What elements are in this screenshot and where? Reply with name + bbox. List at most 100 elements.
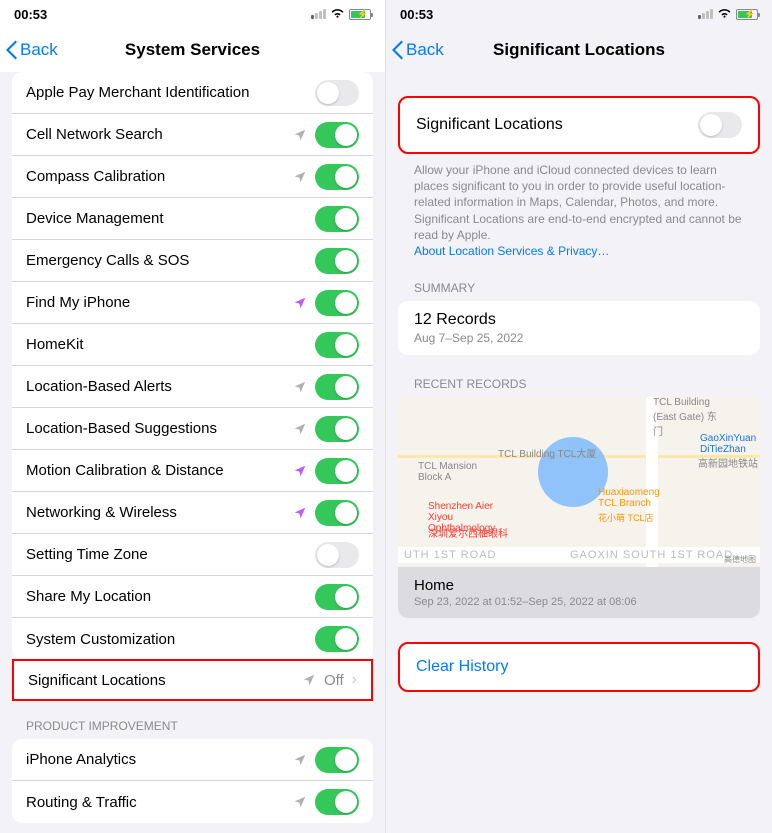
page-title: System Services <box>0 40 385 60</box>
toggle-switch[interactable] <box>315 584 359 610</box>
setting-row[interactable]: Find My iPhone <box>12 282 373 324</box>
setting-row[interactable]: Networking & Wireless <box>12 492 373 534</box>
settings-list-main: Apple Pay Merchant Identification Cell Ne… <box>12 72 373 660</box>
setting-row[interactable]: iPhone Analytics <box>12 739 373 781</box>
row-label: Setting Time Zone <box>26 546 315 563</box>
nav-header: Back Significant Locations <box>386 28 772 72</box>
toggle-switch[interactable] <box>315 416 359 442</box>
row-label: Find My iPhone <box>26 294 293 311</box>
location-arrow-icon <box>293 464 307 478</box>
row-label: Location-Based Suggestions <box>26 420 293 437</box>
setting-row[interactable]: Location-Based Alerts <box>12 366 373 408</box>
toggle-switch[interactable] <box>315 747 359 773</box>
map-label: TCL Mansion Block A <box>418 461 478 483</box>
wifi-icon <box>717 7 732 22</box>
status-bar: 00:53 ⚡ <box>386 0 772 28</box>
location-arrow-icon <box>293 296 307 310</box>
toggle-switch[interactable] <box>315 789 359 815</box>
location-arrow-icon <box>293 795 307 809</box>
scroll-area[interactable]: Apple Pay Merchant Identification Cell Ne… <box>0 72 385 833</box>
recent-record-card[interactable]: TCL Mansion Block A TCL Building TCL大厦 T… <box>398 397 760 618</box>
map-thumbnail: TCL Mansion Block A TCL Building TCL大厦 T… <box>398 397 760 567</box>
status-indicators: ⚡ <box>311 7 371 22</box>
scroll-area[interactable]: Significant Locations Allow your iPhone … <box>386 96 772 692</box>
location-arrow-icon <box>302 673 316 687</box>
summary-card[interactable]: 12 Records Aug 7–Sep 25, 2022 <box>398 301 760 355</box>
map-label: 深圳爱尔西柚眼科 <box>428 525 508 540</box>
map-attribution: 高德地图 <box>724 554 756 565</box>
row-label: HomeKit <box>26 336 315 353</box>
clear-history-card: Clear History <box>398 642 760 692</box>
toggle-switch[interactable] <box>315 626 359 652</box>
cellular-signal-icon <box>698 9 713 19</box>
setting-row[interactable]: System Customization <box>12 618 373 660</box>
setting-row[interactable]: Emergency Calls & SOS <box>12 240 373 282</box>
privacy-link[interactable]: About Location Services & Privacy… <box>414 244 609 258</box>
location-arrow-icon <box>293 380 307 394</box>
location-arrow-icon <box>293 753 307 767</box>
row-label: Cell Network Search <box>26 126 293 143</box>
recent-records-header: RECENT RECORDS <box>398 355 760 397</box>
row-label: Share My Location <box>26 588 315 605</box>
clear-history-button[interactable]: Clear History <box>416 658 508 675</box>
toggle-switch[interactable] <box>315 374 359 400</box>
map-label: 花小萌 TCL店 <box>598 511 654 524</box>
significant-locations-row-wrap: Significant Locations Off › <box>12 659 373 701</box>
right-phone-screen: 00:53 ⚡ Back Significant Locations Signi… <box>386 0 772 833</box>
toggle-switch[interactable] <box>315 458 359 484</box>
setting-row[interactable]: Setting Time Zone <box>12 534 373 576</box>
row-label: Emergency Calls & SOS <box>26 252 315 269</box>
map-road-text: UTH 1ST ROAD <box>404 549 496 561</box>
row-label: Motion Calibration & Distance <box>26 462 293 479</box>
toggle-switch[interactable] <box>315 206 359 232</box>
setting-row[interactable]: Routing & Traffic <box>12 781 373 823</box>
map-label: TCL Building TCL大厦 <box>498 445 596 460</box>
toggle-switch[interactable] <box>315 80 359 106</box>
battery-icon: ⚡ <box>736 9 758 20</box>
row-label: System Customization <box>26 631 315 648</box>
record-footer: Home Sep 23, 2022 at 01:52–Sep 25, 2022 … <box>398 567 760 618</box>
setting-row[interactable]: Location-Based Suggestions <box>12 408 373 450</box>
row-label: Routing & Traffic <box>26 794 293 811</box>
location-arrow-icon <box>293 506 307 520</box>
setting-row[interactable]: Share My Location <box>12 576 373 618</box>
map-label: Huaxiaomeng TCL Branch <box>598 487 668 509</box>
status-bar: 00:53 ⚡ <box>0 0 385 28</box>
row-label: iPhone Analytics <box>26 751 293 768</box>
setting-row[interactable]: Device Management <box>12 198 373 240</box>
toggle-switch[interactable] <box>315 164 359 190</box>
summary-header: SUMMARY <box>398 259 760 301</box>
row-label: Compass Calibration <box>26 168 293 185</box>
setting-row[interactable]: HomeKit <box>12 324 373 366</box>
toggle-switch[interactable] <box>315 290 359 316</box>
record-title: Home <box>414 577 744 594</box>
toggle-switch[interactable] <box>315 122 359 148</box>
cellular-signal-icon <box>311 9 326 19</box>
setting-row[interactable]: Motion Calibration & Distance <box>12 450 373 492</box>
toggle-switch[interactable] <box>315 542 359 568</box>
map-label: 高新园地铁站 <box>698 455 758 470</box>
toggle-switch[interactable] <box>315 248 359 274</box>
summary-title: 12 Records <box>414 311 744 329</box>
nav-header: Back System Services <box>0 28 385 72</box>
location-arrow-icon <box>293 128 307 142</box>
row-label: Networking & Wireless <box>26 504 293 521</box>
row-label: Significant Locations <box>28 672 302 689</box>
wifi-icon <box>330 7 345 22</box>
toggle-switch[interactable] <box>315 332 359 358</box>
toggle-switch[interactable] <box>315 500 359 526</box>
status-time: 00:53 <box>400 7 433 22</box>
significant-locations-row[interactable]: Significant Locations Off › <box>12 659 373 701</box>
setting-row[interactable]: Compass Calibration <box>12 156 373 198</box>
record-subtitle: Sep 23, 2022 at 01:52–Sep 25, 2022 at 08… <box>414 596 744 608</box>
setting-row[interactable]: Cell Network Search <box>12 114 373 156</box>
map-label: GaoXinYuan DiTieZhan <box>700 433 758 455</box>
significant-locations-toggle-row[interactable]: Significant Locations <box>400 98 758 152</box>
map-label: TCL Building (East Gate) 东门 <box>653 397 723 438</box>
left-phone-screen: 00:53 ⚡ Back System Services Apple Pay M… <box>0 0 386 833</box>
toggle-switch[interactable] <box>698 112 742 138</box>
location-arrow-icon <box>293 422 307 436</box>
status-indicators: ⚡ <box>698 7 758 22</box>
chevron-right-icon: › <box>352 671 357 689</box>
setting-row[interactable]: Apple Pay Merchant Identification <box>12 72 373 114</box>
